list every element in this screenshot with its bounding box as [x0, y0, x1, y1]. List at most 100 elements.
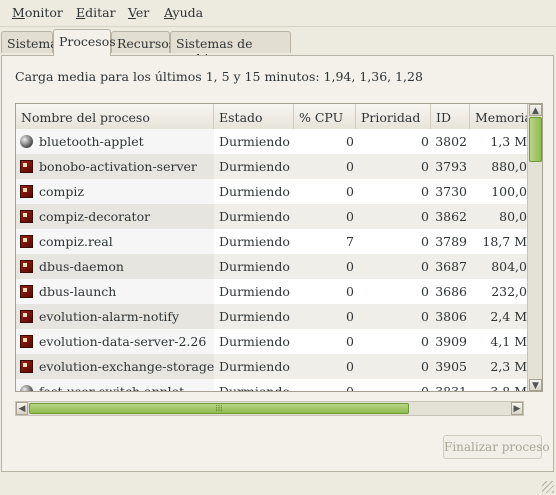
table-row[interactable]: bonobo-activation-server Durmiendo 0 0 3793 8…: [16, 154, 527, 179]
column-header-cpu[interactable]: % CPU: [294, 104, 356, 129]
process-memory: 100,0: [491, 184, 527, 199]
process-id: 3905: [435, 359, 467, 374]
process-id: 3789: [435, 234, 467, 249]
process-state: Durmiendo: [219, 184, 290, 199]
process-name: evolution-data-server-2.26: [16, 329, 214, 354]
menu-monitor[interactable]: Monitor: [12, 5, 63, 20]
process-memory: 880,0: [491, 159, 527, 174]
process-app-icon: [20, 310, 33, 323]
process-state: Durmiendo: [219, 234, 290, 249]
process-name: fast-user-switch-applet: [16, 379, 214, 391]
process-memory: 2,3 M: [490, 359, 527, 374]
process-app-icon: [20, 260, 33, 273]
process-name: evolution-alarm-notify: [16, 304, 214, 329]
process-priority: 0: [421, 159, 429, 174]
process-state: Durmiendo: [219, 334, 290, 349]
process-id: 3909: [435, 334, 467, 349]
tab-procesos[interactable]: Procesos: [53, 29, 116, 56]
process-app-icon: [20, 360, 33, 373]
process-name: dbus-launch: [16, 279, 214, 304]
scroll-left-icon[interactable]: ◀: [16, 402, 28, 415]
table-row[interactable]: fast-user-switch-applet Durmiendo 0 0 3831 3,…: [16, 379, 527, 392]
process-app-icon: [20, 210, 33, 223]
process-priority: 0: [421, 209, 429, 224]
process-memory: 2,4 M: [490, 309, 527, 324]
process-priority: 0: [421, 284, 429, 299]
column-header-memory[interactable]: Memoria: [470, 104, 527, 129]
process-id: 3730: [435, 184, 467, 199]
process-priority: 0: [421, 309, 429, 324]
table-row[interactable]: dbus-launch Durmiendo 0 0 3686 232,0: [16, 279, 527, 304]
table-row[interactable]: evolution-alarm-notify Durmiendo 0 0 3806 2,4…: [16, 304, 527, 329]
tab-bar: Sistema Procesos Recursos Sistemas de ar…: [0, 29, 556, 66]
process-memory: 3,8 M: [490, 384, 527, 392]
column-header-id[interactable]: ID: [431, 104, 470, 129]
table-row[interactable]: bluetooth-applet Durmiendo 0 0 3802 1,3 M: [16, 129, 527, 154]
menu-editar[interactable]: Editar: [76, 5, 116, 20]
menu-ayuda[interactable]: Ayuda: [164, 5, 203, 20]
process-id: 3802: [435, 134, 467, 149]
process-app-icon: [20, 235, 33, 248]
applet-ball-icon: [20, 385, 33, 391]
tab-recursos[interactable]: Recursos: [111, 31, 175, 53]
table-row[interactable]: compiz-decorator Durmiendo 0 0 3862 80,0: [16, 204, 527, 229]
tab-sistema[interactable]: Sistema: [1, 31, 58, 53]
horizontal-scrollbar[interactable]: ◀ ⁞⁞⁞ ▶: [15, 401, 524, 416]
process-app-icon: [20, 285, 33, 298]
process-cpu: 7: [346, 234, 354, 249]
process-state: Durmiendo: [219, 209, 290, 224]
process-id: 3686: [435, 284, 467, 299]
table-row[interactable]: compiz Durmiendo 0 0 3730 100,0: [16, 179, 527, 204]
column-header-name[interactable]: Nombre del proceso: [16, 104, 214, 129]
process-priority: 0: [421, 334, 429, 349]
process-memory: 4,1 M: [490, 334, 527, 349]
process-cpu: 0: [346, 334, 354, 349]
scroll-right-icon[interactable]: ▶: [511, 402, 523, 415]
table-row[interactable]: compiz.real Durmiendo 7 0 3789 18,7 M: [16, 229, 527, 254]
process-priority: 0: [421, 184, 429, 199]
column-header-state[interactable]: Estado: [214, 104, 294, 129]
process-name: bluetooth-applet: [16, 129, 214, 154]
process-state: Durmiendo: [219, 384, 290, 392]
table-row[interactable]: evolution-data-server-2.26 Durmiendo 0 0 390…: [16, 329, 527, 354]
process-priority: 0: [421, 259, 429, 274]
process-priority: 0: [421, 359, 429, 374]
process-memory: 18,7 M: [482, 234, 527, 249]
resize-grip-icon[interactable]: [542, 481, 554, 493]
tab-sistemas-de-archivos[interactable]: Sistemas de archivos: [170, 31, 291, 66]
scroll-down-icon[interactable]: ▼: [529, 379, 542, 391]
process-app-icon: [20, 160, 33, 173]
processes-panel: Carga media para los últimos 1, 5 y 15 m…: [1, 55, 554, 472]
process-state: Durmiendo: [219, 359, 290, 374]
process-cpu: 0: [346, 384, 354, 392]
process-memory: 80,0: [499, 209, 527, 224]
horizontal-scroll-thumb[interactable]: ⁞⁞⁞: [29, 403, 409, 414]
process-cpu: 0: [346, 359, 354, 374]
table-row[interactable]: evolution-exchange-storage Durmiendo 0 0 390…: [16, 354, 527, 379]
table-body: bluetooth-applet Durmiendo 0 0 3802 1,3 M bono…: [16, 129, 527, 392]
column-header-priority[interactable]: Prioridad: [356, 104, 431, 129]
process-cpu: 0: [346, 309, 354, 324]
menu-ver[interactable]: Ver: [128, 5, 149, 20]
process-priority: 0: [421, 384, 429, 392]
process-id: 3687: [435, 259, 467, 274]
scroll-up-icon[interactable]: ▲: [529, 104, 542, 116]
process-state: Durmiendo: [219, 259, 290, 274]
menubar: Monitor Editar Ver Ayuda: [0, 0, 556, 27]
process-name: compiz: [16, 179, 214, 204]
vertical-scrollbar[interactable]: ▲ ▼: [527, 104, 542, 391]
end-process-button[interactable]: Finalizar proceso: [443, 435, 550, 459]
vertical-scroll-thumb[interactable]: [529, 117, 542, 162]
process-memory: 804,0: [491, 259, 527, 274]
process-cpu: 0: [346, 284, 354, 299]
process-state: Durmiendo: [219, 309, 290, 324]
process-cpu: 0: [346, 184, 354, 199]
table-header: Nombre del proceso Estado % CPU Priorida…: [16, 104, 527, 130]
process-table: Nombre del proceso Estado % CPU Priorida…: [15, 103, 543, 392]
process-cpu: 0: [346, 209, 354, 224]
process-state: Durmiendo: [219, 284, 290, 299]
process-app-icon: [20, 335, 33, 348]
process-name: compiz-decorator: [16, 204, 214, 229]
table-row[interactable]: dbus-daemon Durmiendo 0 0 3687 804,0: [16, 254, 527, 279]
process-priority: 0: [421, 234, 429, 249]
